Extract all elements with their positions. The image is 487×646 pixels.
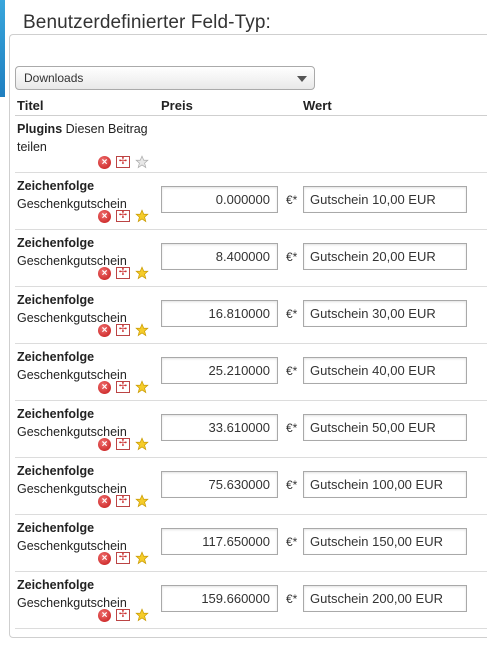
header-price: Preis <box>161 98 193 113</box>
move-icon[interactable]: ✢ <box>116 267 130 279</box>
delete-icon[interactable]: × <box>98 608 111 622</box>
currency-label: €* <box>286 421 298 435</box>
row-actions: × ✢ <box>98 494 149 508</box>
currency-label: €* <box>286 307 298 321</box>
row-actions: × ✢ <box>98 380 149 394</box>
value-input[interactable]: Gutschein 20,00 EUR <box>303 243 467 270</box>
move-icon[interactable]: ✢ <box>116 609 130 621</box>
price-input[interactable]: 25.210000 <box>161 357 278 384</box>
price-input[interactable]: 33.610000 <box>161 414 278 441</box>
move-icon[interactable]: ✢ <box>116 156 130 168</box>
row-title: Zeichenfolge Geschenkgutschein <box>17 405 157 441</box>
move-icon[interactable]: ✢ <box>116 210 130 222</box>
table-row: Zeichenfolge Geschenkgutschein × ✢ 159.6… <box>15 572 487 629</box>
header-title: Titel <box>17 98 44 113</box>
currency-label: €* <box>286 193 298 207</box>
table-row: Zeichenfolge Geschenkgutschein × ✢ 16.81… <box>15 287 487 344</box>
move-icon[interactable]: ✢ <box>116 438 130 450</box>
move-icon[interactable]: ✢ <box>116 381 130 393</box>
row-title-bold: Zeichenfolge <box>17 578 95 592</box>
table-row: Zeichenfolge Geschenkgutschein × ✢ 117.6… <box>15 515 487 572</box>
row-title: Zeichenfolge Geschenkgutschein <box>17 291 157 327</box>
currency-label: €* <box>286 478 298 492</box>
move-icon[interactable]: ✢ <box>116 552 130 564</box>
fieldset-legend: Benutzerdefinierter Feld-Typ: <box>18 12 277 34</box>
table-header: Titel Preis Wert <box>15 96 487 116</box>
star-icon[interactable] <box>135 494 149 508</box>
table-row: Zeichenfolge Geschenkgutschein × ✢ 25.21… <box>15 344 487 401</box>
row-title: Zeichenfolge Geschenkgutschein <box>17 177 157 213</box>
value-input[interactable]: Gutschein 100,00 EUR <box>303 471 467 498</box>
delete-icon[interactable]: × <box>98 494 111 508</box>
row-actions: × ✢ <box>98 209 149 223</box>
value-input[interactable]: Gutschein 40,00 EUR <box>303 357 467 384</box>
delete-icon[interactable]: × <box>98 551 111 565</box>
row-title: Zeichenfolge Geschenkgutschein <box>17 462 157 498</box>
row-title-bold: Zeichenfolge <box>17 293 95 307</box>
move-icon[interactable]: ✢ <box>116 495 130 507</box>
table-row: Zeichenfolge Geschenkgutschein × ✢ 75.63… <box>15 458 487 515</box>
row-actions: × ✢ <box>98 551 149 565</box>
value-input[interactable]: Gutschein 10,00 EUR <box>303 186 467 213</box>
currency-label: €* <box>286 535 298 549</box>
star-icon[interactable] <box>135 551 149 565</box>
price-input[interactable]: 159.660000 <box>161 585 278 612</box>
row-actions: × ✢ <box>98 608 149 622</box>
table-row: Zeichenfolge Geschenkgutschein × ✢ 0.000… <box>15 173 487 230</box>
row-actions: × ✢ <box>98 437 149 451</box>
value-input[interactable]: Gutschein 30,00 EUR <box>303 300 467 327</box>
row-title: Zeichenfolge Geschenkgutschein <box>17 576 157 612</box>
row-title: Zeichenfolge Geschenkgutschein <box>17 519 157 555</box>
price-input[interactable]: 75.630000 <box>161 471 278 498</box>
custom-fields-table: Titel Preis Wert Plugins Diesen Beitrag … <box>15 96 487 629</box>
star-icon[interactable] <box>135 266 149 280</box>
star-icon[interactable] <box>135 437 149 451</box>
move-icon[interactable]: ✢ <box>116 324 130 336</box>
currency-label: €* <box>286 250 298 264</box>
star-icon[interactable] <box>135 323 149 337</box>
delete-icon[interactable]: × <box>98 155 111 169</box>
row-title-bold: Zeichenfolge <box>17 407 95 421</box>
chevron-down-icon <box>297 76 307 82</box>
currency-label: €* <box>286 364 298 378</box>
price-input[interactable]: 117.650000 <box>161 528 278 555</box>
star-icon[interactable] <box>135 608 149 622</box>
row-actions: × ✢ <box>98 323 149 337</box>
delete-icon[interactable]: × <box>98 323 111 337</box>
row-title-bold: Zeichenfolge <box>17 236 95 250</box>
value-input[interactable]: Gutschein 50,00 EUR <box>303 414 467 441</box>
row-title: Zeichenfolge Geschenkgutschein <box>17 348 157 384</box>
table-row: Zeichenfolge Geschenkgutschein × ✢ 8.400… <box>15 230 487 287</box>
price-input[interactable]: 16.810000 <box>161 300 278 327</box>
field-type-select-value: Downloads <box>24 71 84 85</box>
header-value: Wert <box>303 98 332 113</box>
row-actions: × ✢ <box>98 266 149 280</box>
delete-icon[interactable]: × <box>98 437 111 451</box>
price-input[interactable]: 8.400000 <box>161 243 278 270</box>
row-actions: × ✢ <box>98 155 149 169</box>
delete-icon[interactable]: × <box>98 209 111 223</box>
row-title-bold: Zeichenfolge <box>17 521 95 535</box>
row-title: Zeichenfolge Geschenkgutschein <box>17 234 157 270</box>
price-input[interactable]: 0.000000 <box>161 186 278 213</box>
plugins-title: Plugins Diesen Beitrag teilen <box>17 120 157 156</box>
table-row: Zeichenfolge Geschenkgutschein × ✢ 33.61… <box>15 401 487 458</box>
plugins-bold-label: Plugins <box>17 122 63 136</box>
star-icon[interactable] <box>135 155 149 169</box>
star-icon[interactable] <box>135 380 149 394</box>
star-icon[interactable] <box>135 209 149 223</box>
row-title-bold: Zeichenfolge <box>17 179 95 193</box>
value-input[interactable]: Gutschein 200,00 EUR <box>303 585 467 612</box>
row-title-bold: Zeichenfolge <box>17 464 95 478</box>
left-accent-bar <box>0 0 5 97</box>
delete-icon[interactable]: × <box>98 266 111 280</box>
plugins-row: Plugins Diesen Beitrag teilen × ✢ <box>15 116 487 173</box>
delete-icon[interactable]: × <box>98 380 111 394</box>
row-title-bold: Zeichenfolge <box>17 350 95 364</box>
value-input[interactable]: Gutschein 150,00 EUR <box>303 528 467 555</box>
currency-label: €* <box>286 592 298 606</box>
field-type-select[interactable]: Downloads <box>15 66 315 90</box>
